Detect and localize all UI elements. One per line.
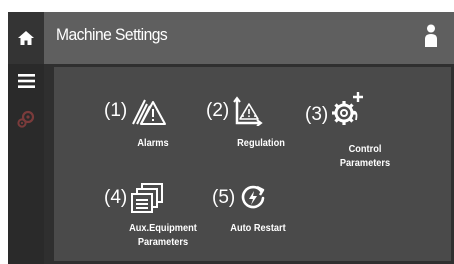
settings-button[interactable] xyxy=(8,104,44,134)
home-button[interactable] xyxy=(8,12,44,64)
settings-gears-icon xyxy=(16,109,36,129)
tile-label: Auto Restart xyxy=(230,222,286,234)
control-parameters-gear-plus-icon xyxy=(332,90,368,130)
tile-label: Control Parameters xyxy=(339,143,391,169)
tile-number: (3) xyxy=(305,103,329,125)
auto-restart-icon xyxy=(239,184,267,212)
tile-label: Regulation xyxy=(237,137,285,149)
settings-panel: (1) Alarms (2) Regulation (3) Control Pa… xyxy=(54,67,451,261)
tile-number: (5) xyxy=(212,187,236,208)
aux-equipment-stack-icon xyxy=(131,183,165,213)
regulation-chart-warning-icon xyxy=(233,96,263,126)
tile-number: (2) xyxy=(206,100,230,121)
tile-number: (4) xyxy=(104,187,128,208)
tile-label: Alarms xyxy=(137,137,169,149)
regulation-tile[interactable]: (2) Regulation xyxy=(206,94,300,158)
tile-number: (1) xyxy=(104,100,128,121)
home-icon xyxy=(17,30,35,46)
user-button[interactable] xyxy=(422,24,440,50)
user-icon xyxy=(424,24,438,48)
menu-icon xyxy=(17,74,35,88)
header-bar: Machine Settings xyxy=(44,12,454,64)
control-parameters-tile[interactable]: (3) Control Parameters xyxy=(305,89,405,179)
auto-restart-tile[interactable]: (5) Auto Restart xyxy=(212,181,298,245)
sidebar xyxy=(8,12,44,264)
aux-equipment-tile[interactable]: (4) Aux.Equipment Parameters xyxy=(104,181,214,261)
alarms-tile[interactable]: (1) Alarms xyxy=(104,94,188,158)
alarm-warning-icon xyxy=(131,96,167,126)
app-frame: Machine Settings (1) Alarms (2) Regulati… xyxy=(8,12,454,264)
menu-button[interactable] xyxy=(8,64,44,98)
tile-label: Aux.Equipment Parameters xyxy=(129,222,197,248)
page-title: Machine Settings xyxy=(56,25,168,44)
